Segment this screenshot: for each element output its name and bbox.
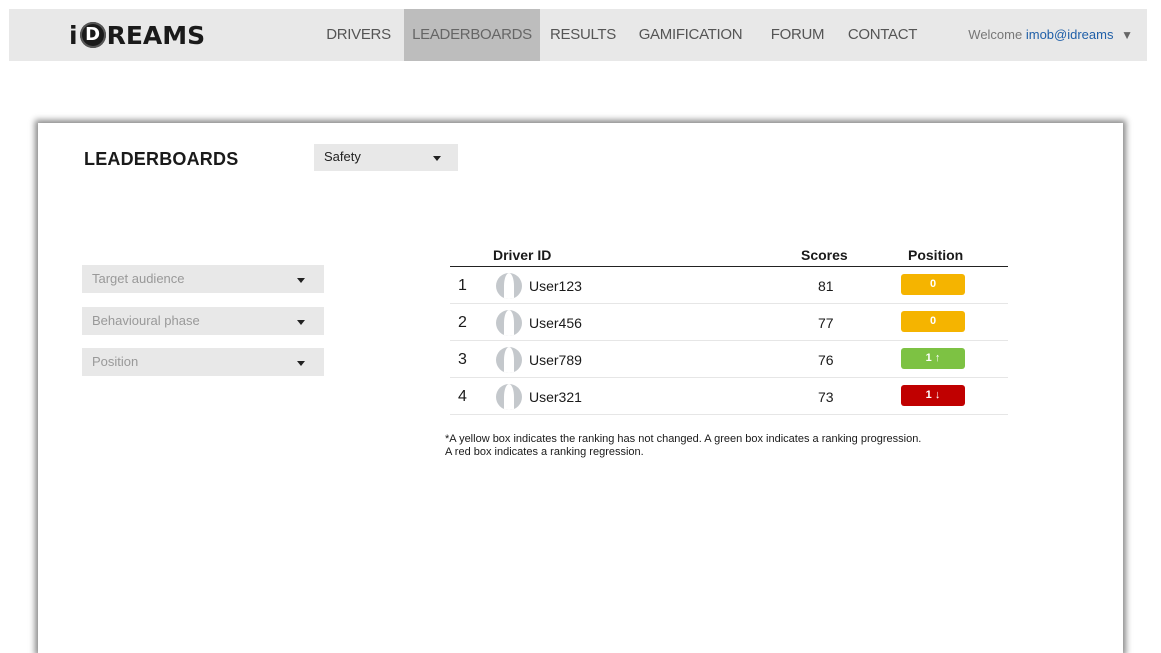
nav-leaderboards[interactable]: LEADERBOARDS — [404, 9, 540, 61]
leaderboard-table: Driver ID Scores Position 1 User123 81 0… — [450, 245, 1008, 415]
position-filter-label: Position — [92, 354, 139, 369]
idreams-logo[interactable]: i D REAMS — [69, 19, 205, 51]
behavioural-phase-select[interactable]: Behavioural phase — [82, 307, 324, 335]
col-scores: Scores — [801, 247, 848, 263]
score: 77 — [818, 315, 834, 331]
table-row[interactable]: 3 User789 76 1 ↑ — [450, 341, 1008, 378]
col-driver-id: Driver ID — [493, 247, 552, 263]
driver-id[interactable]: User123 — [529, 278, 582, 294]
avatar — [496, 347, 522, 373]
score: 73 — [818, 389, 834, 405]
page-title: LEADERBOARDS — [84, 149, 239, 169]
nav-gamification[interactable]: GAMIFICATION — [637, 9, 744, 61]
position-badge: 1 ↑ — [901, 348, 965, 369]
target-audience-label: Target audience — [92, 271, 185, 286]
avatar — [496, 384, 522, 410]
score: 76 — [818, 352, 834, 368]
nav-drivers[interactable]: DRIVERS — [322, 9, 395, 61]
logo-suffix: REAMS — [106, 20, 206, 50]
table-row[interactable]: 1 User123 81 0 — [450, 267, 1008, 304]
chevron-down-icon[interactable]: ▼ — [1121, 28, 1133, 42]
score: 81 — [818, 278, 834, 294]
dropdown-arrow-icon — [297, 278, 305, 283]
top-nav-bar: i D REAMS DRIVERS LEADERBOARDS RESULTS GAM… — [9, 9, 1147, 61]
rank: 4 — [458, 388, 467, 405]
nav-forum[interactable]: FORUM — [769, 9, 826, 61]
dropdown-arrow-icon — [433, 156, 441, 161]
username[interactable]: imob@idreams — [1026, 27, 1114, 42]
table-header: Driver ID Scores Position — [450, 245, 1008, 267]
driver-id[interactable]: User789 — [529, 352, 582, 368]
logo-prefix: i — [69, 20, 78, 50]
table-row[interactable]: 4 User321 73 1 ↓ — [450, 378, 1008, 415]
metric-select[interactable]: Safety — [314, 144, 458, 171]
logo-disc-icon: D — [79, 22, 106, 48]
legend-note: *A yellow box indicates the ranking has … — [445, 433, 1005, 459]
metric-select-value: Safety — [324, 149, 361, 164]
rank: 3 — [458, 351, 467, 368]
legend-note-line: *A yellow box indicates the ranking has … — [445, 433, 922, 445]
avatar — [496, 273, 522, 299]
rank: 2 — [458, 314, 467, 331]
position-select[interactable]: Position — [82, 348, 324, 376]
position-badge: 0 — [901, 311, 965, 332]
leaderboard-panel: LEADERBOARDS Safety Target audience Beha… — [38, 123, 1123, 653]
welcome-label: Welcome — [968, 27, 1023, 42]
legend-note-line: A red box indicates a ranking regression… — [445, 446, 644, 458]
position-badge: 1 ↓ — [901, 385, 965, 406]
dropdown-arrow-icon — [297, 361, 305, 366]
driver-id[interactable]: User321 — [529, 389, 582, 405]
rank: 1 — [458, 277, 467, 294]
target-audience-select[interactable]: Target audience — [82, 265, 324, 293]
nav-contact[interactable]: CONTACT — [845, 9, 920, 61]
driver-id[interactable]: User456 — [529, 315, 582, 331]
user-menu[interactable]: Welcome imob@idreams ▼ — [968, 9, 1133, 61]
table-row[interactable]: 2 User456 77 0 — [450, 304, 1008, 341]
col-position: Position — [908, 247, 964, 263]
avatar — [496, 310, 522, 336]
position-badge: 0 — [901, 274, 965, 295]
nav-results[interactable]: RESULTS — [547, 9, 619, 61]
behavioural-phase-label: Behavioural phase — [92, 313, 200, 328]
dropdown-arrow-icon — [297, 320, 305, 325]
